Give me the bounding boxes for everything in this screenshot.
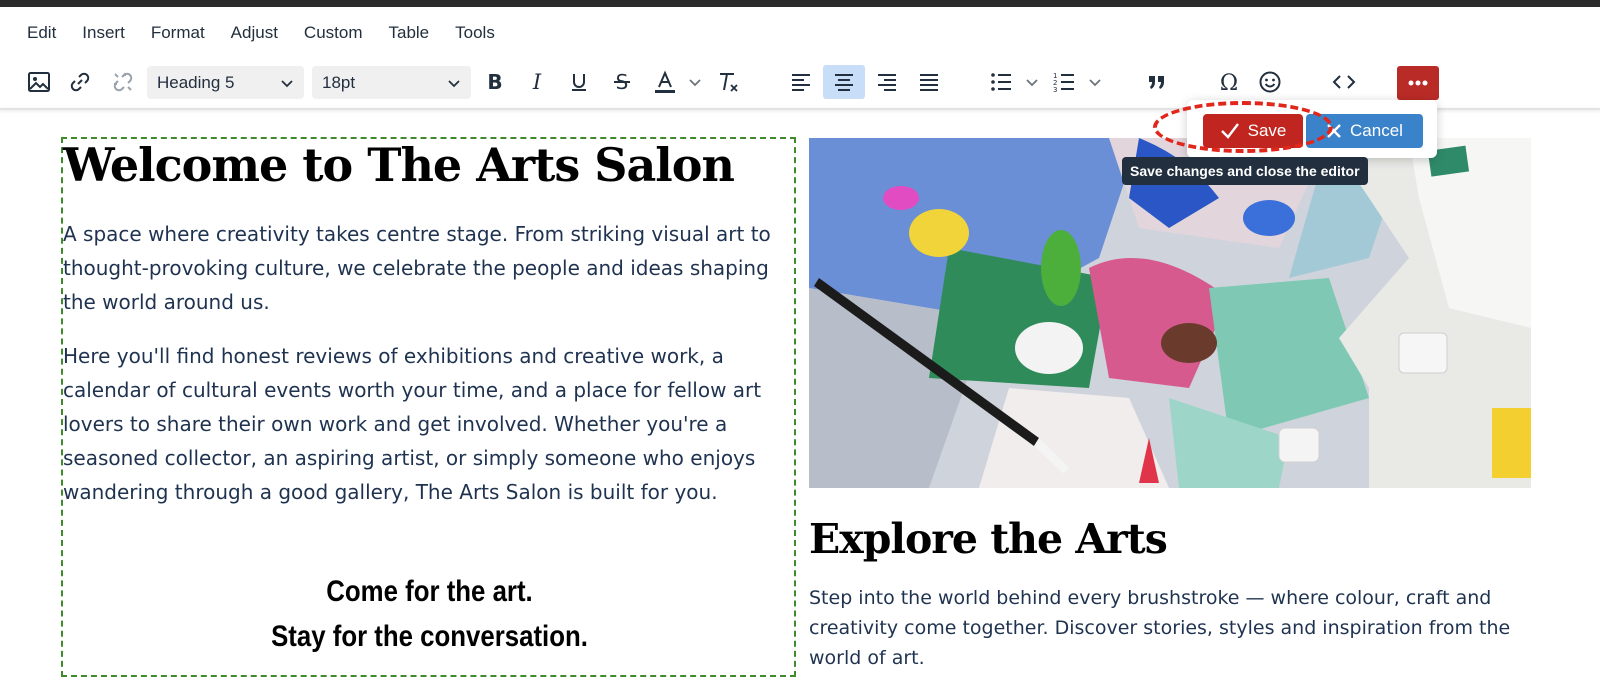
special-character-icon: Ω <box>1220 71 1238 94</box>
underline-button[interactable] <box>562 65 596 99</box>
align-center-icon <box>835 74 853 91</box>
image-icon <box>28 72 50 92</box>
italic-icon: I <box>532 71 542 93</box>
menu-custom[interactable]: Custom <box>291 19 376 47</box>
strikethrough-button[interactable]: S <box>605 65 639 99</box>
svg-text:3: 3 <box>1053 86 1057 94</box>
underline-icon <box>572 74 586 91</box>
clear-formatting-icon <box>720 73 738 92</box>
link-icon <box>70 72 90 92</box>
svg-text:Ω: Ω <box>1220 71 1238 94</box>
cancel-button[interactable]: Cancel <box>1306 114 1423 148</box>
toolbar: Heading 5 18pt B I S 123 Ω <box>0 62 1600 102</box>
explore-paragraph: Step into the world behind every brushst… <box>809 587 1511 669</box>
save-tooltip: Save changes and close the editor <box>1122 157 1368 185</box>
explore-heading: Explore the Arts <box>809 515 1168 563</box>
numbered-list-button[interactable]: 123 <box>1047 65 1081 99</box>
remove-link-button[interactable] <box>106 65 140 99</box>
bullet-list-button[interactable] <box>984 65 1018 99</box>
menu-edit[interactable]: Edit <box>14 19 69 47</box>
source-code-button[interactable] <box>1327 65 1361 99</box>
close-icon <box>1327 124 1341 138</box>
text-color-button[interactable] <box>648 65 682 99</box>
paint-palette-illustration <box>809 138 1531 488</box>
svg-text:I: I <box>532 71 542 93</box>
italic-button[interactable]: I <box>520 65 554 99</box>
insert-link-button[interactable] <box>63 65 97 99</box>
chevron-down-icon <box>1026 79 1038 87</box>
intro-paragraph: A space where creativity takes centre st… <box>63 222 771 314</box>
emoji-button[interactable] <box>1253 65 1287 99</box>
align-left-icon <box>792 74 810 91</box>
align-left-button[interactable] <box>784 65 818 99</box>
special-character-button[interactable]: Ω <box>1212 65 1246 99</box>
cancel-label: Cancel <box>1350 121 1403 140</box>
menubar: Edit Insert Format Adjust Custom Table T… <box>14 18 508 48</box>
window-top-strip <box>0 0 1600 7</box>
save-button[interactable]: Save <box>1203 114 1303 148</box>
align-center-button[interactable] <box>823 65 865 99</box>
bold-icon: B <box>487 71 502 93</box>
chevron-down-icon <box>448 80 460 88</box>
checkmark-icon <box>1220 123 1239 139</box>
svg-text:B: B <box>487 71 502 93</box>
justify-button[interactable] <box>912 65 946 99</box>
menu-tools[interactable]: Tools <box>442 19 508 47</box>
paint-palette-image[interactable] <box>809 138 1531 488</box>
menu-adjust[interactable]: Adjust <box>218 19 291 47</box>
bullet-list-icon <box>991 73 1011 91</box>
menu-table[interactable]: Table <box>376 19 443 47</box>
more-icon <box>1408 80 1428 86</box>
menu-insert[interactable]: Insert <box>69 19 138 47</box>
chevron-down-icon <box>689 79 701 87</box>
unlink-icon <box>113 72 133 92</box>
menu-format[interactable]: Format <box>138 19 218 47</box>
bold-button[interactable]: B <box>478 65 512 99</box>
tagline-conversation: Stay for the conversation. <box>271 620 588 653</box>
source-code-icon <box>1332 75 1356 89</box>
strikethrough-icon: S <box>614 71 630 93</box>
numbered-list-dropdown[interactable] <box>1086 65 1104 99</box>
insert-image-button[interactable] <box>22 65 56 99</box>
page-title: Welcome to The Arts Salon <box>63 138 735 192</box>
more-button[interactable] <box>1397 66 1439 100</box>
text-color-icon <box>655 70 675 93</box>
text-color-dropdown[interactable] <box>686 65 704 99</box>
justify-icon <box>920 74 938 91</box>
emoji-icon <box>1259 71 1281 93</box>
chevron-down-icon <box>1089 79 1101 87</box>
numbered-list-icon: 123 <box>1053 72 1074 94</box>
align-right-icon <box>878 74 896 91</box>
save-label: Save <box>1247 121 1287 140</box>
tagline-art: Come for the art. <box>326 575 533 608</box>
chevron-down-icon <box>281 80 293 88</box>
align-right-button[interactable] <box>870 65 904 99</box>
blockquote-button[interactable] <box>1140 65 1174 99</box>
font-size-value: 18pt <box>322 72 356 92</box>
block-format-select[interactable]: Heading 5 <box>147 66 304 99</box>
bullet-list-dropdown[interactable] <box>1023 65 1041 99</box>
details-paragraph: Here you'll find honest reviews of exhib… <box>63 344 762 504</box>
block-format-value: Heading 5 <box>157 72 235 92</box>
clear-formatting-button[interactable] <box>711 65 745 99</box>
font-size-select[interactable]: 18pt <box>312 66 471 99</box>
blockquote-icon <box>1149 76 1164 89</box>
